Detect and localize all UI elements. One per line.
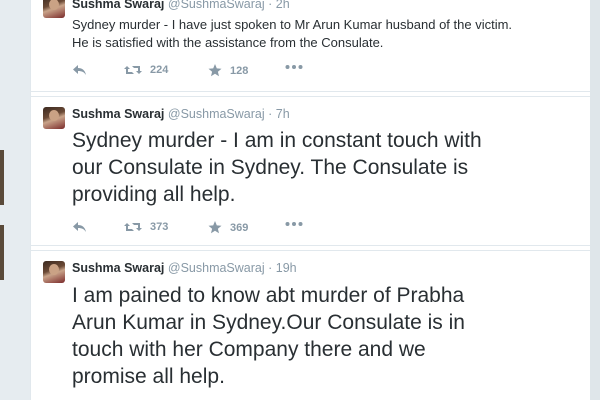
tweet-card[interactable]: Sushma Swaraj @SushmaSwaraj · 2h Sydney … — [31, 0, 591, 92]
retweet-button[interactable]: 224 — [124, 64, 168, 76]
tweet-header: Sushma Swaraj @SushmaSwaraj · 7h — [72, 107, 290, 122]
tweet-time[interactable]: · 19h — [268, 261, 297, 275]
tweet-text-line: Sydney murder - I have just spoken to Mr… — [72, 17, 513, 32]
tweet-text-line: I am pained to know abt murder of Prabha — [72, 284, 465, 307]
like-button[interactable]: 369 — [208, 221, 248, 234]
reply-button[interactable] — [72, 64, 87, 76]
author-name[interactable]: Sushma Swaraj — [72, 261, 164, 275]
more-button[interactable] — [285, 221, 303, 227]
right-gutter — [590, 0, 600, 400]
more-icon — [285, 65, 303, 69]
tweet-text: Sydney murder - I am in constant touch w… — [72, 127, 582, 208]
avatar[interactable] — [43, 0, 65, 18]
like-count: 369 — [230, 221, 249, 234]
retweet-icon — [124, 66, 142, 74]
reply-icon — [73, 222, 86, 232]
reply-icon — [73, 65, 86, 75]
retweet-count: 224 — [150, 64, 169, 76]
star-icon — [208, 221, 222, 234]
author-name[interactable]: Sushma Swaraj — [72, 107, 164, 121]
left-gutter — [0, 0, 30, 400]
retweet-button[interactable]: 373 — [124, 221, 168, 233]
tweet-text-line: touch with her Company there and we — [72, 338, 426, 361]
retweet-icon — [124, 223, 142, 231]
tweet-text-line: our Consulate in Sydney. The Consulate i… — [72, 156, 469, 179]
tweet-time[interactable]: · 7h — [268, 107, 290, 121]
author-handle[interactable]: @SushmaSwaraj — [168, 107, 265, 121]
tweet-time[interactable]: · 2h — [268, 0, 290, 11]
tweet-header: Sushma Swaraj @SushmaSwaraj · 19h — [72, 261, 297, 276]
tweet-header: Sushma Swaraj @SushmaSwaraj · 2h — [72, 0, 290, 12]
author-handle[interactable]: @SushmaSwaraj — [168, 261, 265, 275]
like-button[interactable]: 128 — [208, 64, 248, 77]
tweet-card[interactable]: Sushma Swaraj @SushmaSwaraj · 19h I am p… — [31, 250, 591, 400]
tweet-card[interactable]: Sushma Swaraj @SushmaSwaraj · 7h Sydney … — [31, 96, 591, 246]
tweet-text-line: Arun Kumar in Sydney.Our Consulate is in — [72, 311, 465, 334]
more-icon — [285, 222, 303, 226]
retweet-count: 373 — [150, 221, 169, 233]
avatar[interactable] — [43, 107, 65, 129]
cropped-image-edge — [0, 150, 4, 205]
tweet-text-line: providing all help. — [72, 183, 236, 206]
reply-button[interactable] — [72, 221, 87, 233]
avatar[interactable] — [43, 261, 65, 283]
tweet-timeline: Sushma Swaraj @SushmaSwaraj · 2h Sydney … — [30, 0, 592, 400]
more-button[interactable] — [285, 64, 303, 70]
tweet-text: Sydney murder - I have just spoken to Mr… — [72, 16, 582, 52]
star-icon — [208, 64, 222, 77]
tweet-text-line: Sydney murder - I am in constant touch w… — [72, 129, 482, 152]
author-name[interactable]: Sushma Swaraj — [72, 0, 164, 11]
tweet-text-line: promise all help. — [72, 365, 225, 388]
tweet-text: I am pained to know abt murder of Prabha… — [72, 282, 582, 390]
cropped-image-edge — [0, 225, 4, 280]
twitter-page: Sushma Swaraj @SushmaSwaraj · 2h Sydney … — [0, 0, 600, 400]
author-handle[interactable]: @SushmaSwaraj — [168, 0, 265, 11]
tweet-text-line: He is satisfied with the assistance from… — [72, 35, 384, 50]
like-count: 128 — [230, 64, 249, 77]
